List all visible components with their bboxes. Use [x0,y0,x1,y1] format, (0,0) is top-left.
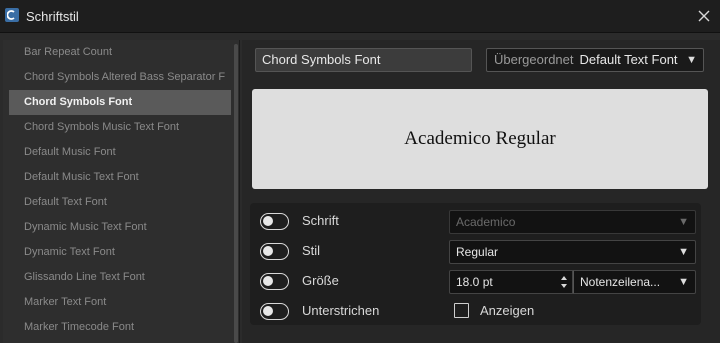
style-toggle[interactable] [260,243,289,260]
font-style-list: Bar Repeat Count Chord Symbols Altered B… [3,40,240,343]
sidebar-item-dynamic-music-text-font[interactable]: Dynamic Music Text Font [3,215,231,240]
size-unit-select[interactable]: Notenzeilena... ▼ [573,270,696,294]
stepper-icon[interactable] [560,274,568,290]
parent-value: Default Text Font [579,52,678,67]
font-select[interactable]: Academico ▼ [449,210,696,234]
style-row: Stil Regular ▼ [250,235,701,265]
parent-label: Übergeordnet [494,52,574,67]
parent-font-select[interactable]: Übergeordnet Default Text Font ▼ [486,48,704,72]
sidebar-scrollbar[interactable] [234,44,238,343]
size-toggle[interactable] [260,273,289,290]
toggle-knob [263,216,273,226]
close-icon [698,10,710,22]
title-bar: Schriftstil [0,0,720,33]
underline-label: Unterstrichen [302,303,380,318]
size-value: 18.0 pt [456,275,493,289]
show-underline-checkbox[interactable] [454,303,469,318]
chevron-down-icon: ▼ [678,216,689,228]
underline-toggle[interactable] [260,303,289,320]
sidebar-item-default-music-font[interactable]: Default Music Font [3,140,231,165]
font-label: Schrift [302,213,339,228]
sidebar-item-chord-symbols-music-text-font[interactable]: Chord Symbols Music Text Font [3,115,231,140]
font-toggle[interactable] [260,213,289,230]
chevron-down-icon: ▼ [678,276,689,288]
chevron-down-icon: ▼ [678,246,689,258]
size-row: Größe 18.0 pt Notenzeilena... ▼ [250,265,701,295]
cubase-logo-icon [5,8,19,22]
toggle-knob [263,246,273,256]
font-style-name-field[interactable]: Chord Symbols Font [255,48,472,72]
font-select-value: Academico [456,215,516,229]
sidebar-item-chord-symbols-altered-bass[interactable]: Chord Symbols Altered Bass Separator F [3,65,231,90]
sidebar-item-dynamic-text-font[interactable]: Dynamic Text Font [3,240,231,265]
sidebar-item-marker-text-font[interactable]: Marker Text Font [3,290,231,315]
size-field[interactable]: 18.0 pt [449,270,573,294]
chevron-down-icon: ▼ [686,54,697,66]
underline-row: Unterstrichen Anzeigen [250,295,701,325]
size-unit-value: Notenzeilena... [580,275,661,289]
style-select[interactable]: Regular ▼ [449,240,696,264]
sidebar-item-glissando-line-text-font[interactable]: Glissando Line Text Font [3,265,231,290]
sidebar-item-bar-repeat-count[interactable]: Bar Repeat Count [3,40,231,65]
close-button[interactable] [694,6,714,26]
toggle-knob [263,306,273,316]
sidebar-item-marker-timecode-font[interactable]: Marker Timecode Font [3,315,231,340]
style-select-value: Regular [456,245,499,259]
show-underline-label: Anzeigen [480,303,535,318]
sidebar-item-chord-symbols-font[interactable]: Chord Symbols Font [9,90,231,115]
sidebar-item-default-text-font[interactable]: Default Text Font [3,190,231,215]
sidebar-item-default-music-text-font[interactable]: Default Music Text Font [3,165,231,190]
properties-panel: Schrift Academico ▼ Stil Regular ▼ Größe… [250,203,701,325]
preview-text: Academico Regular [404,128,556,149]
font-preview: Academico Regular [252,89,708,189]
toggle-knob [263,276,273,286]
font-row: Schrift Academico ▼ [250,205,701,235]
window-title: Schriftstil [26,9,79,24]
size-label: Größe [302,273,339,288]
style-label: Stil [302,243,321,258]
